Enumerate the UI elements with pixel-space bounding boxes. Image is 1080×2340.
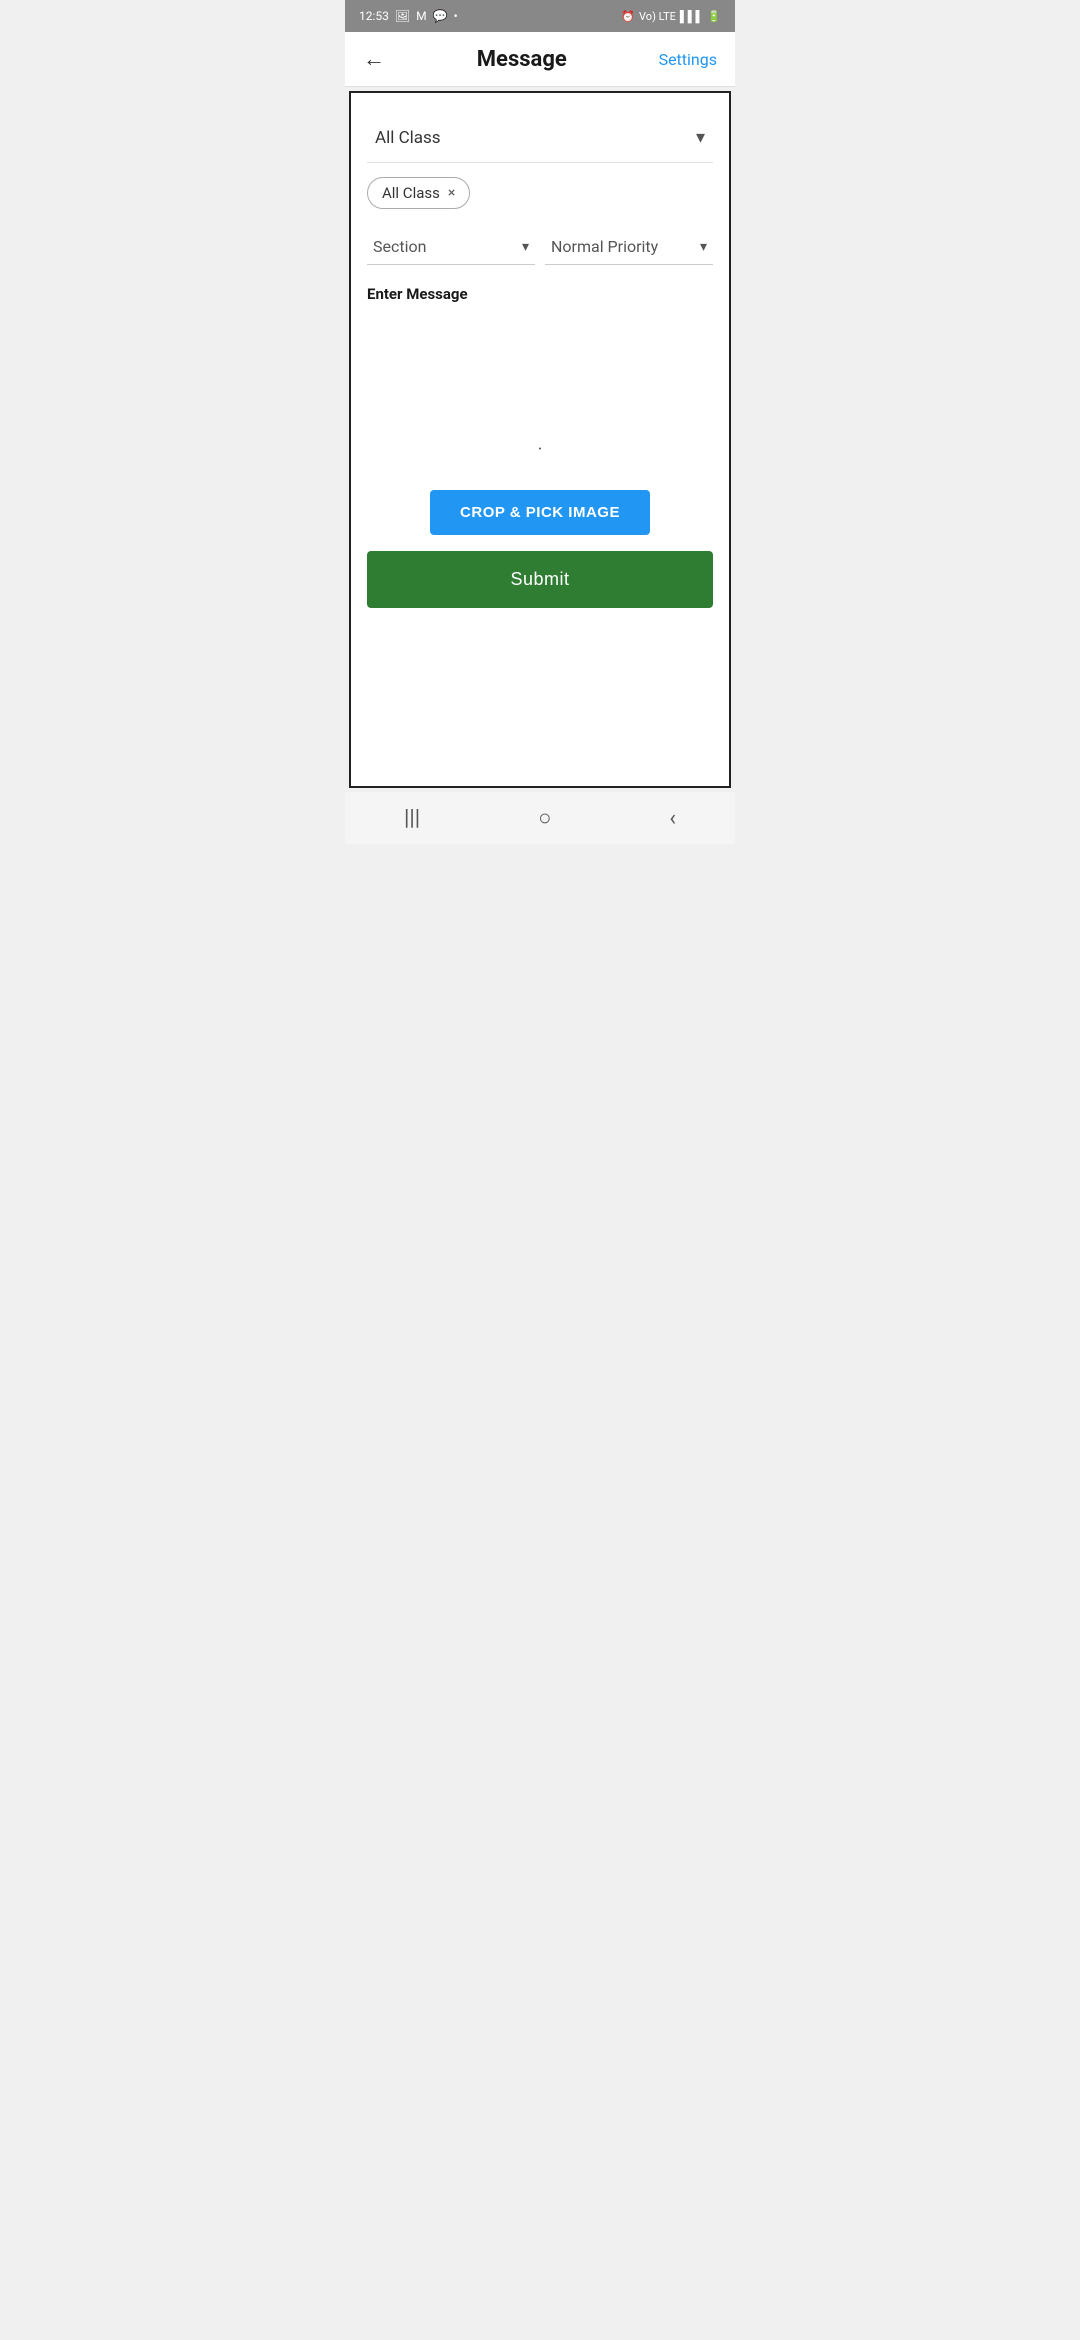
gmail-icon: M	[416, 9, 426, 23]
filter-row: Section ▾ Normal Priority ▾	[367, 229, 713, 265]
priority-dropdown[interactable]: Normal Priority ▾	[545, 229, 713, 265]
crop-pick-image-button[interactable]: CROP & PICK IMAGE	[430, 490, 650, 535]
alarm-icon: ⏰	[621, 10, 635, 23]
message-input[interactable]	[367, 315, 713, 435]
tag-close-icon[interactable]: ×	[448, 185, 455, 201]
message-section: Enter Message ·	[367, 285, 713, 460]
battery-icon: 🔋	[707, 10, 721, 23]
message-label: Enter Message	[367, 285, 713, 303]
class-dropdown[interactable]: All Class ▾	[367, 113, 713, 163]
status-bar-right: ⏰ Vo) LTE ▌▌▌ 🔋	[621, 10, 721, 23]
section-label: Section	[373, 237, 426, 256]
time: 12:53	[359, 9, 389, 23]
page-title: Message	[477, 47, 567, 72]
header: ← Message Settings	[345, 32, 735, 87]
priority-label: Normal Priority	[551, 237, 658, 256]
nav-menu-icon[interactable]: |||	[404, 806, 420, 831]
priority-chevron-down-icon: ▾	[700, 239, 707, 255]
class-dropdown-label: All Class	[375, 128, 441, 148]
nav-back-icon[interactable]: ‹	[669, 806, 676, 831]
main-content: All Class ▾ All Class × Section ▾ Normal…	[349, 91, 731, 788]
status-bar: 12:53 🖼 M 💬 • ⏰ Vo) LTE ▌▌▌ 🔋	[345, 0, 735, 32]
nav-home-icon[interactable]: ○	[538, 805, 551, 831]
message-dot: ·	[367, 439, 713, 460]
chat-icon: 💬	[433, 9, 448, 23]
section-dropdown[interactable]: Section ▾	[367, 229, 535, 265]
tag-container: All Class ×	[367, 177, 713, 209]
vol-lte-icon: Vo) LTE	[639, 10, 676, 23]
photo-icon: 🖼	[395, 9, 410, 23]
dot-icon: •	[454, 9, 458, 23]
section-chevron-down-icon: ▾	[522, 239, 529, 255]
class-tag: All Class ×	[367, 177, 470, 209]
back-button[interactable]: ←	[363, 46, 385, 72]
submit-button[interactable]: Submit	[367, 551, 713, 608]
chevron-down-icon: ▾	[696, 127, 705, 148]
bottom-nav: ||| ○ ‹	[345, 792, 735, 844]
signal-icon: ▌▌▌	[680, 10, 703, 23]
settings-button[interactable]: Settings	[659, 50, 717, 69]
status-bar-left: 12:53 🖼 M 💬 •	[359, 9, 458, 23]
tag-label: All Class	[382, 184, 440, 202]
